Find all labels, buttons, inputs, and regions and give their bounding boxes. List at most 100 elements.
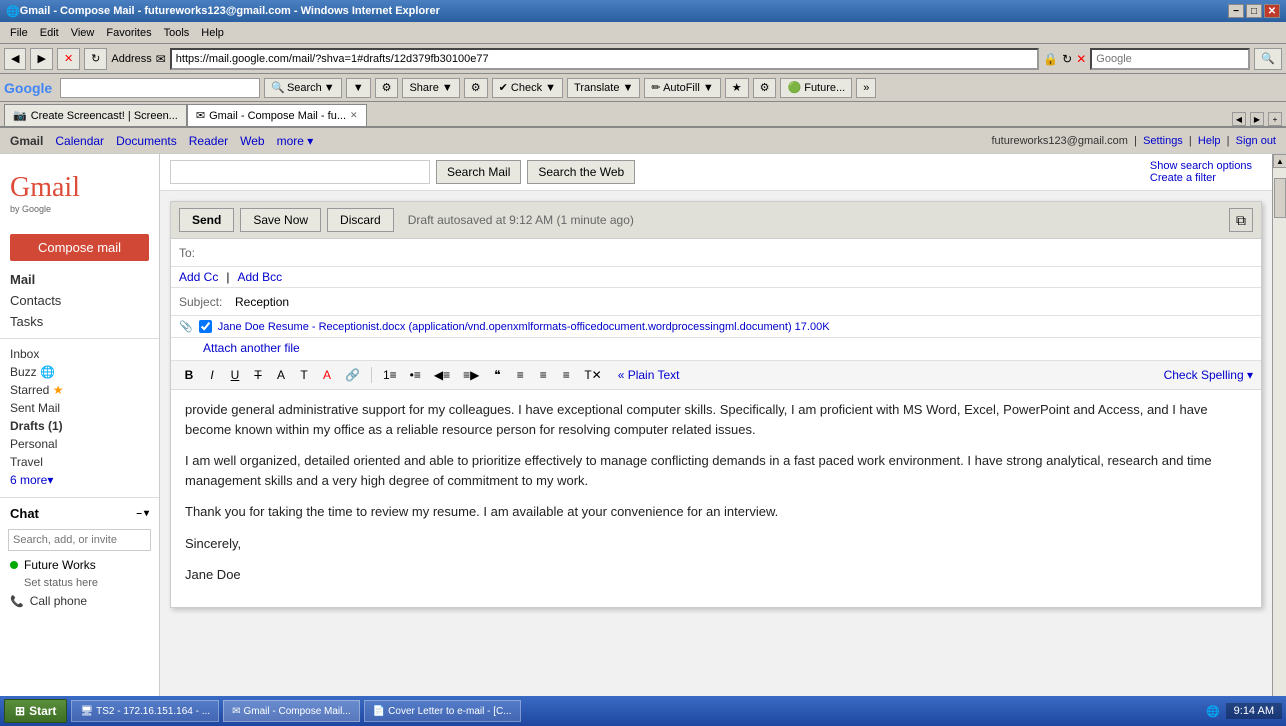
font-size-button[interactable]: T <box>294 365 314 385</box>
chat-search-input[interactable] <box>8 529 151 551</box>
refresh-button[interactable]: ↻ <box>84 48 107 70</box>
unordered-list-button[interactable]: •≡ <box>405 365 426 385</box>
autofill-button[interactable]: ✏ AutoFill ▼ <box>644 78 720 98</box>
nav-documents[interactable]: Documents <box>116 134 177 148</box>
bold-button[interactable]: B <box>179 365 199 385</box>
gmail-search-input[interactable] <box>170 160 430 184</box>
call-phone-link[interactable]: 📞 Call phone <box>0 591 159 611</box>
toolbar-settings-button[interactable]: ⚙ <box>375 78 399 98</box>
taskbar-item-ts2[interactable]: 🖥 TS2 - 172.16.151.164 - ... <box>71 700 219 722</box>
link-button[interactable]: 🔗 <box>340 365 365 385</box>
sidebar-item-starred[interactable]: Starred ★ <box>0 381 159 399</box>
scroll-up-btn[interactable]: ▲ <box>1273 154 1286 168</box>
settings-link[interactable]: Settings <box>1143 135 1183 147</box>
translate-button[interactable]: Translate ▼ <box>567 78 640 98</box>
compose-window-icon[interactable]: ⧉ <box>1229 208 1253 232</box>
chat-contact-futureworks[interactable]: Future Works <box>0 555 159 575</box>
compose-mail-button[interactable]: Compose mail <box>10 234 149 261</box>
menu-help[interactable]: Help <box>195 25 230 41</box>
toolbar-more-button[interactable]: » <box>856 78 876 98</box>
chat-header[interactable]: Chat – ▾ <box>0 502 159 525</box>
close-button[interactable]: ✕ <box>1264 4 1280 18</box>
scroll-thumb[interactable] <box>1274 178 1286 218</box>
google-search-button[interactable]: 🔍 Search ▼ <box>264 78 341 98</box>
google-search-input[interactable] <box>60 78 260 98</box>
menu-view[interactable]: View <box>65 25 101 41</box>
menu-file[interactable]: File <box>4 25 34 41</box>
nav-web[interactable]: Web <box>240 134 264 148</box>
menu-favorites[interactable]: Favorites <box>100 25 157 41</box>
nav-reader[interactable]: Reader <box>189 134 228 148</box>
search-engine-btn[interactable]: 🔍 <box>1254 48 1282 70</box>
star-button[interactable]: ★ <box>725 78 749 98</box>
help-link[interactable]: Help <box>1198 135 1221 147</box>
address-bar-input[interactable] <box>170 48 1039 70</box>
chat-options-btn[interactable]: ▾ <box>144 508 149 519</box>
search-engine-input[interactable] <box>1090 48 1250 70</box>
sidebar-item-travel[interactable]: Travel <box>0 453 159 471</box>
email-body[interactable]: provide general administrative support f… <box>171 390 1261 607</box>
forward-button[interactable]: ▶ <box>30 48 52 70</box>
search-web-button[interactable]: Search the Web <box>527 160 635 184</box>
add-bcc-link[interactable]: Add Bcc <box>237 270 282 284</box>
sidebar-item-sent[interactable]: Sent Mail <box>0 399 159 417</box>
sidebar-item-inbox[interactable]: Inbox <box>0 345 159 363</box>
sign-out-link[interactable]: Sign out <box>1236 135 1276 147</box>
quote-button[interactable]: ❝ <box>487 365 507 385</box>
sidebar-item-buzz[interactable]: Buzz 🌐 <box>0 363 159 381</box>
stop-button[interactable]: ✕ <box>57 48 80 70</box>
align-left-button[interactable]: ≡ <box>510 365 530 385</box>
minimize-button[interactable]: − <box>1228 4 1244 18</box>
taskbar-item-cover[interactable]: 📄 Cover Letter to e-mail - [C... <box>364 700 521 722</box>
maximize-button[interactable]: □ <box>1246 4 1262 18</box>
tab-screencast[interactable]: 📷 Create Screencast! | Screen... <box>4 104 187 126</box>
toolbar-gear-button[interactable]: ⚙ <box>753 78 777 98</box>
tab-gmail-compose[interactable]: ✉ Gmail - Compose Mail - fu... ✕ <box>187 104 367 126</box>
sidebar-more-labels[interactable]: 6 more▾ <box>0 471 159 489</box>
taskbar-item-gmail[interactable]: ✉ Gmail - Compose Mail... <box>223 700 360 722</box>
start-button[interactable]: ⊞ Start <box>4 699 67 723</box>
toolbar-options-button[interactable]: ▼ <box>346 78 371 98</box>
sidebar-item-personal[interactable]: Personal <box>0 435 159 453</box>
add-cc-link[interactable]: Add Cc <box>179 270 218 284</box>
toolbar-icon1[interactable]: ⚙ <box>464 78 488 98</box>
share-button[interactable]: Share ▼ <box>402 78 459 98</box>
font-button[interactable]: A <box>271 365 291 385</box>
check-spelling-link[interactable]: Check Spelling ▾ <box>1164 368 1253 382</box>
future-button[interactable]: 🟢 Future... <box>780 78 852 98</box>
nav-more[interactable]: more ▾ <box>277 134 314 148</box>
align-right-button[interactable]: ≡ <box>556 365 576 385</box>
check-button[interactable]: ✔ Check ▼ <box>492 78 563 98</box>
ordered-list-button[interactable]: 1≡ <box>378 365 402 385</box>
tab-scroll-right[interactable]: ▶ <box>1250 112 1264 126</box>
save-now-button[interactable]: Save Now <box>240 208 321 232</box>
attach-another-link[interactable]: Attach another file <box>203 341 300 355</box>
remove-format-button[interactable]: T✕ <box>579 365 606 385</box>
indent-button[interactable]: ≡▶ <box>458 365 484 385</box>
nav-gmail[interactable]: Gmail <box>10 134 43 148</box>
show-search-options-link[interactable]: Show search options <box>1150 160 1252 172</box>
attachment-checkbox[interactable] <box>199 320 212 333</box>
search-mail-button[interactable]: Search Mail <box>436 160 521 184</box>
plain-text-link[interactable]: « Plain Text <box>618 368 680 382</box>
menu-tools[interactable]: Tools <box>158 25 196 41</box>
tab-close-icon[interactable]: ✕ <box>350 110 358 121</box>
sidebar-item-mail[interactable]: Mail <box>0 269 159 290</box>
sidebar-item-drafts[interactable]: Drafts (1) <box>0 417 159 435</box>
sidebar-item-tasks[interactable]: Tasks <box>0 311 159 332</box>
back-button[interactable]: ◀ <box>4 48 26 70</box>
tab-scroll-left[interactable]: ◀ <box>1232 112 1246 126</box>
set-status-link[interactable]: Set status here <box>0 575 159 591</box>
send-button[interactable]: Send <box>179 208 234 232</box>
to-input[interactable] <box>235 244 1253 262</box>
outdent-button[interactable]: ◀≡ <box>429 365 455 385</box>
italic-button[interactable]: I <box>202 365 222 385</box>
discard-button[interactable]: Discard <box>327 208 394 232</box>
chat-collapse-btn[interactable]: – <box>136 508 142 519</box>
menu-edit[interactable]: Edit <box>34 25 65 41</box>
create-filter-link[interactable]: Create a filter <box>1150 172 1216 184</box>
strikethrough-button[interactable]: T <box>248 365 268 385</box>
underline-button[interactable]: U <box>225 365 245 385</box>
sidebar-item-contacts[interactable]: Contacts <box>0 290 159 311</box>
nav-calendar[interactable]: Calendar <box>55 134 104 148</box>
